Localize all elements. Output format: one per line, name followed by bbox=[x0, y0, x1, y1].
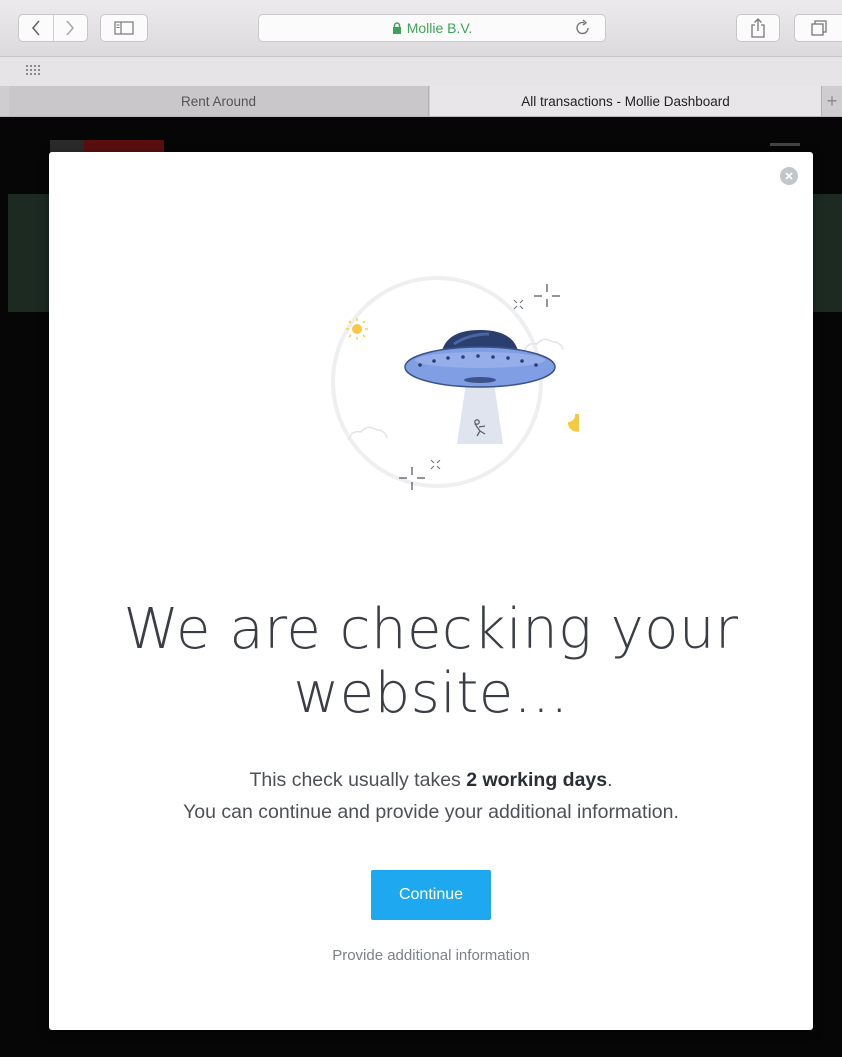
website-check-modal: We are checking your website... This che… bbox=[49, 152, 813, 1030]
chevron-right-icon bbox=[66, 20, 75, 36]
body-suffix: . bbox=[607, 769, 613, 791]
body-duration: 2 working days bbox=[466, 769, 608, 791]
headline-line-2: website... bbox=[293, 661, 569, 726]
browser-toolbar: Mollie B.V. bbox=[0, 0, 842, 57]
continue-button[interactable]: Continue bbox=[371, 870, 491, 920]
back-button[interactable] bbox=[19, 15, 53, 41]
cloud-icon bbox=[523, 338, 564, 353]
headline-line-1: We are checking your bbox=[123, 597, 739, 662]
share-icon bbox=[751, 18, 765, 38]
ufo-beam-illustration bbox=[331, 276, 579, 490]
reload-icon bbox=[576, 19, 589, 35]
nav-buttons bbox=[18, 14, 88, 42]
favorites-bar bbox=[0, 57, 842, 87]
url-title: Mollie B.V. bbox=[406, 20, 473, 36]
tab-mollie-dashboard[interactable]: All transactions - Mollie Dashboard bbox=[430, 86, 822, 116]
page-menu-dimmed bbox=[770, 143, 800, 146]
share-button[interactable] bbox=[736, 14, 780, 42]
modal-body-text: This check usually takes 2 working days.… bbox=[49, 764, 813, 828]
sparkle-icon bbox=[430, 459, 441, 470]
url-display: Mollie B.V. bbox=[259, 15, 605, 41]
address-bar[interactable]: Mollie B.V. bbox=[258, 14, 606, 42]
reload-button[interactable] bbox=[575, 19, 591, 42]
sidebar-icon bbox=[114, 21, 134, 35]
tabs-overview-button[interactable] bbox=[794, 14, 842, 42]
tab-strip: Rent Around All transactions - Mollie Da… bbox=[0, 86, 842, 117]
sparkle-icon bbox=[513, 299, 524, 310]
close-button[interactable] bbox=[780, 167, 798, 185]
provide-info-link[interactable]: Provide additional information bbox=[49, 947, 813, 964]
tab-rent-around[interactable]: Rent Around bbox=[9, 86, 429, 116]
tab-label: All transactions - Mollie Dashboard bbox=[521, 93, 730, 109]
body-line-2: You can continue and provide your additi… bbox=[183, 801, 679, 823]
modal-headline: We are checking your website... bbox=[49, 598, 813, 726]
cloud-icon bbox=[348, 426, 388, 441]
lock-icon bbox=[392, 22, 401, 34]
grid-icon[interactable] bbox=[26, 65, 42, 77]
new-tab-button[interactable]: + bbox=[822, 86, 842, 116]
close-icon bbox=[785, 172, 793, 180]
tabs-overview-icon bbox=[810, 20, 827, 36]
forward-button[interactable] bbox=[52, 15, 88, 41]
body-line-1: This check usually takes 2 working days. bbox=[49, 764, 813, 796]
sidebar-button[interactable] bbox=[100, 14, 148, 42]
sparkle-icon bbox=[534, 284, 560, 307]
body-prefix: This check usually takes bbox=[249, 769, 467, 791]
moon-icon bbox=[567, 413, 579, 432]
chevron-left-icon bbox=[31, 20, 40, 36]
tab-label: Rent Around bbox=[180, 93, 257, 109]
